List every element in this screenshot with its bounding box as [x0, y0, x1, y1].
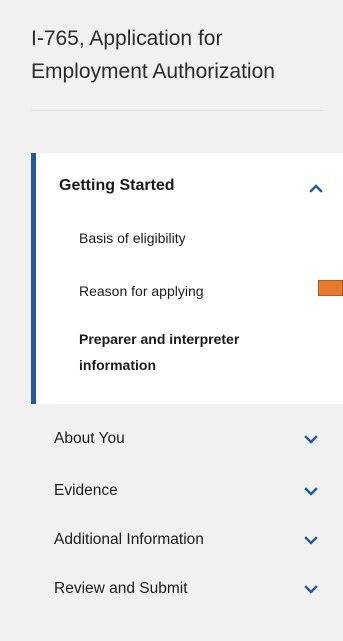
- application-sidebar: I-765, Application for Employment Author…: [0, 0, 343, 641]
- title-divider: [31, 110, 323, 111]
- section-review-and-submit[interactable]: Review and Submit: [54, 580, 188, 598]
- sub-item-reason-for-applying[interactable]: Reason for applying: [79, 283, 204, 299]
- section-about-you[interactable]: About You: [54, 430, 125, 448]
- form-title: I-765, Application for Employment Author…: [31, 27, 275, 83]
- section-evidence[interactable]: Evidence: [54, 482, 118, 500]
- chevron-down-icon[interactable]: [303, 432, 319, 448]
- current-step-marker: [318, 280, 343, 296]
- section-additional-information[interactable]: Additional Information: [54, 531, 204, 549]
- chevron-down-icon[interactable]: [303, 582, 319, 598]
- section-header-getting-started[interactable]: Getting Started: [59, 177, 175, 195]
- chevron-down-icon[interactable]: [303, 484, 319, 500]
- sub-item-basis-of-eligibility[interactable]: Basis of eligibility: [79, 230, 186, 246]
- section-getting-started: Getting Started Basis of eligibility Rea…: [31, 153, 343, 404]
- chevron-down-icon[interactable]: [303, 533, 319, 549]
- chevron-up-icon[interactable]: [308, 180, 324, 196]
- sub-item-preparer-interpreter[interactable]: Preparer and interpreter information: [79, 326, 309, 378]
